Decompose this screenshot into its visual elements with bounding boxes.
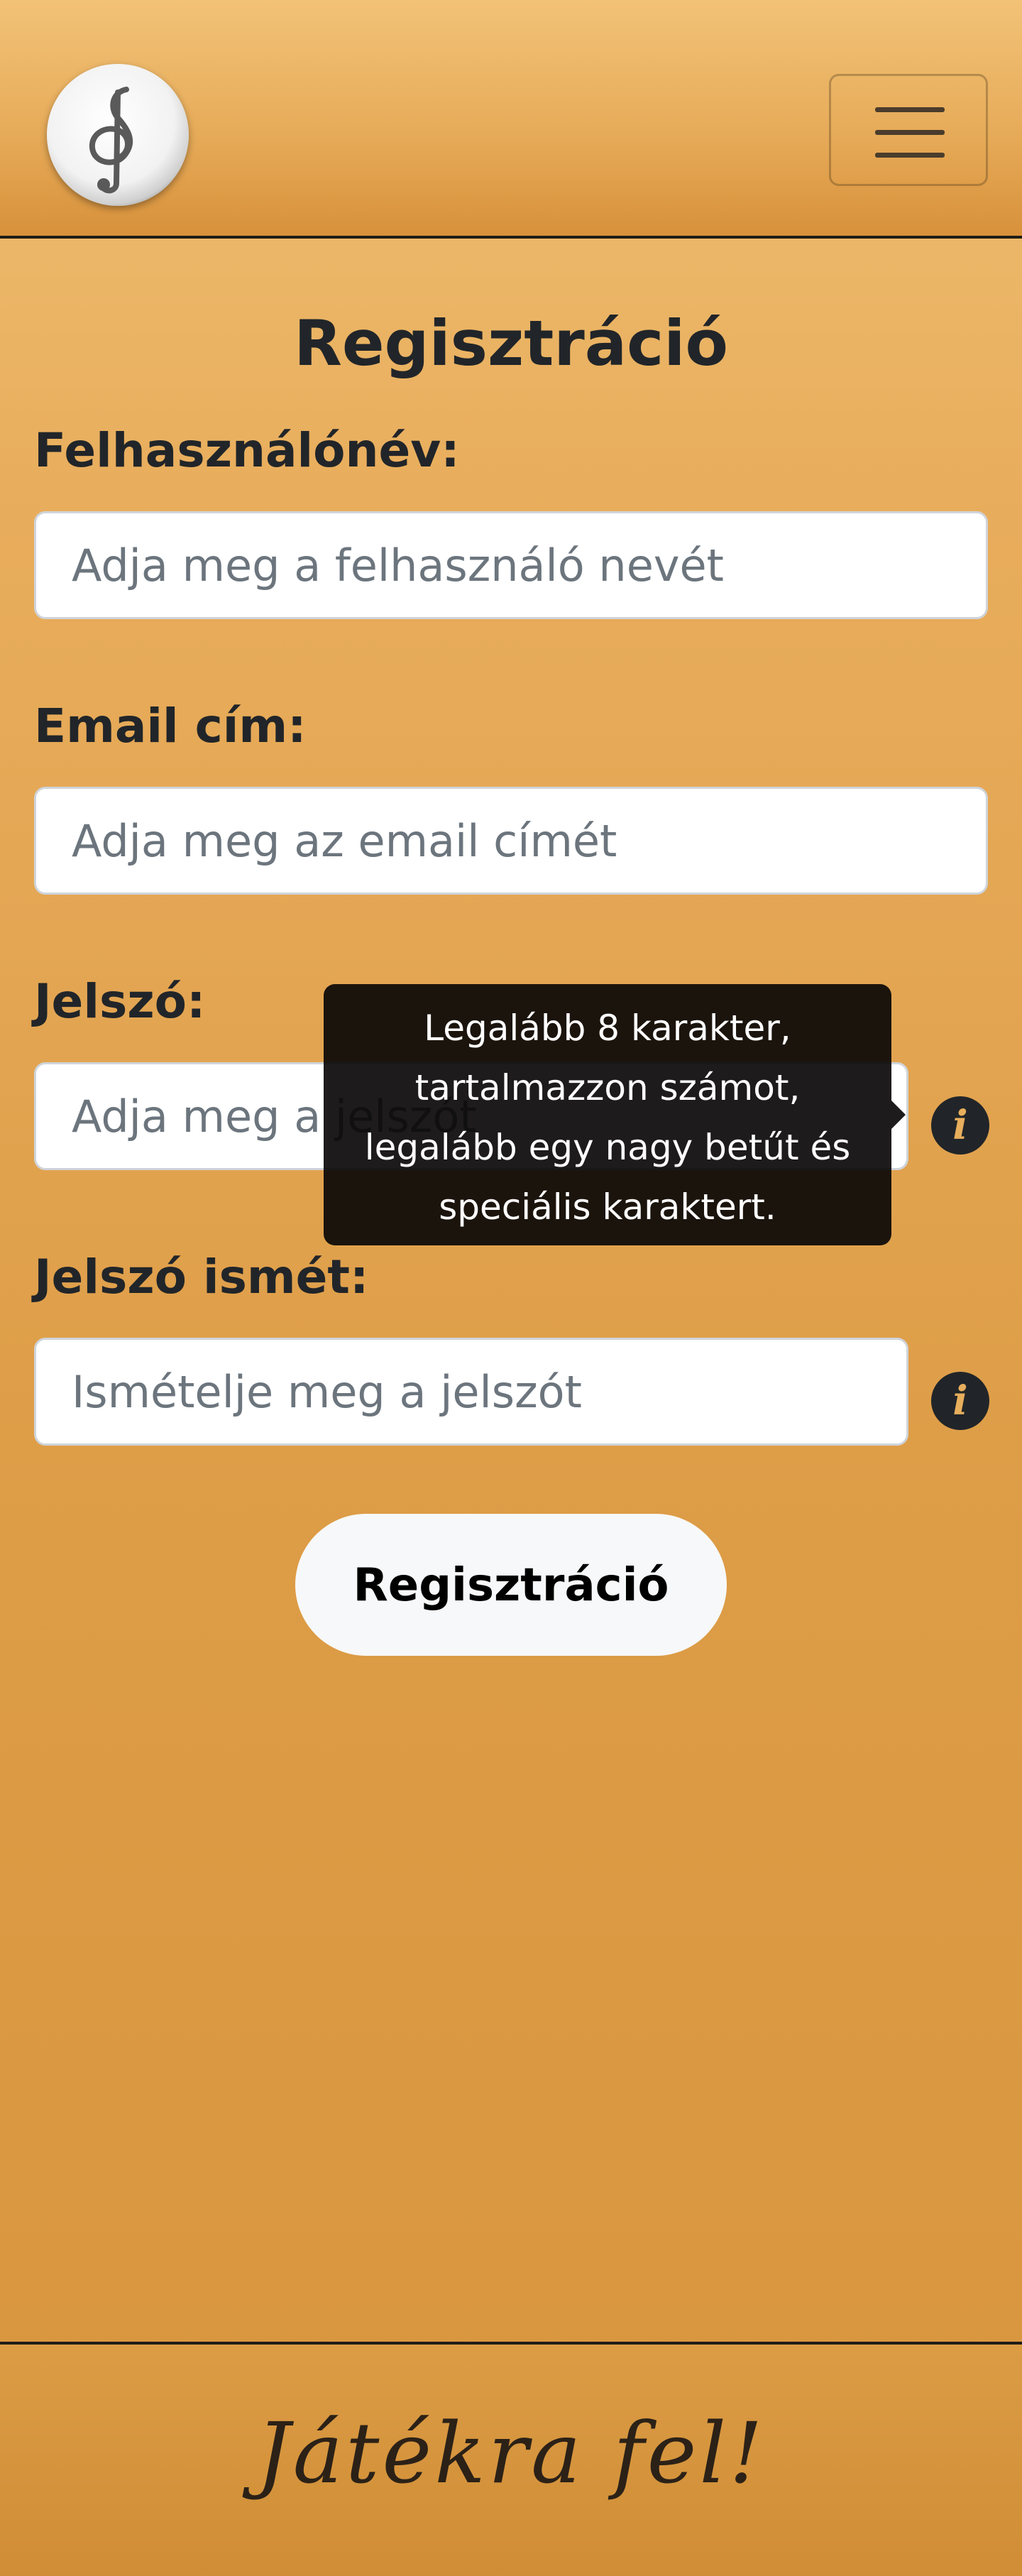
hamburger-menu-icon [875,107,945,112]
page-title: Regisztráció [294,307,728,380]
menu-toggle-button[interactable] [829,74,988,186]
email-label: Email cím: [34,699,307,753]
footer-slogan: Játékra fel! [256,2404,766,2502]
password-repeat-info-icon[interactable]: i [931,1372,989,1430]
tooltip-line: legalább egy nagy betűt és [364,1127,851,1168]
password-label: Jelszó: [34,974,206,1029]
logo[interactable] [47,64,189,206]
site-header [0,0,1022,239]
tooltip-arrow [891,1101,906,1129]
site-footer: Játékra fel! [0,2342,1022,2576]
register-button[interactable]: Regisztráció [295,1514,727,1656]
tooltip-line: tartalmazzon számot, [414,1067,801,1108]
password-info-icon[interactable]: i [931,1096,989,1155]
tooltip-line: speciális karaktert. [439,1186,776,1228]
password-repeat-input[interactable] [34,1338,908,1446]
hamburger-menu-icon-bar [875,153,945,158]
password-rules-tooltip: Legalább 8 karakter, tartalmazzon számot… [324,984,891,1245]
treble-clef-icon [89,87,133,194]
username-label: Felhasználónév: [34,423,460,478]
hamburger-menu-icon-bar [875,130,945,135]
password-repeat-label: Jelszó ismét: [34,1250,369,1304]
username-input[interactable] [34,511,988,619]
tooltip-line: Legalább 8 karakter, [424,1008,791,1049]
email-input[interactable] [34,787,988,895]
